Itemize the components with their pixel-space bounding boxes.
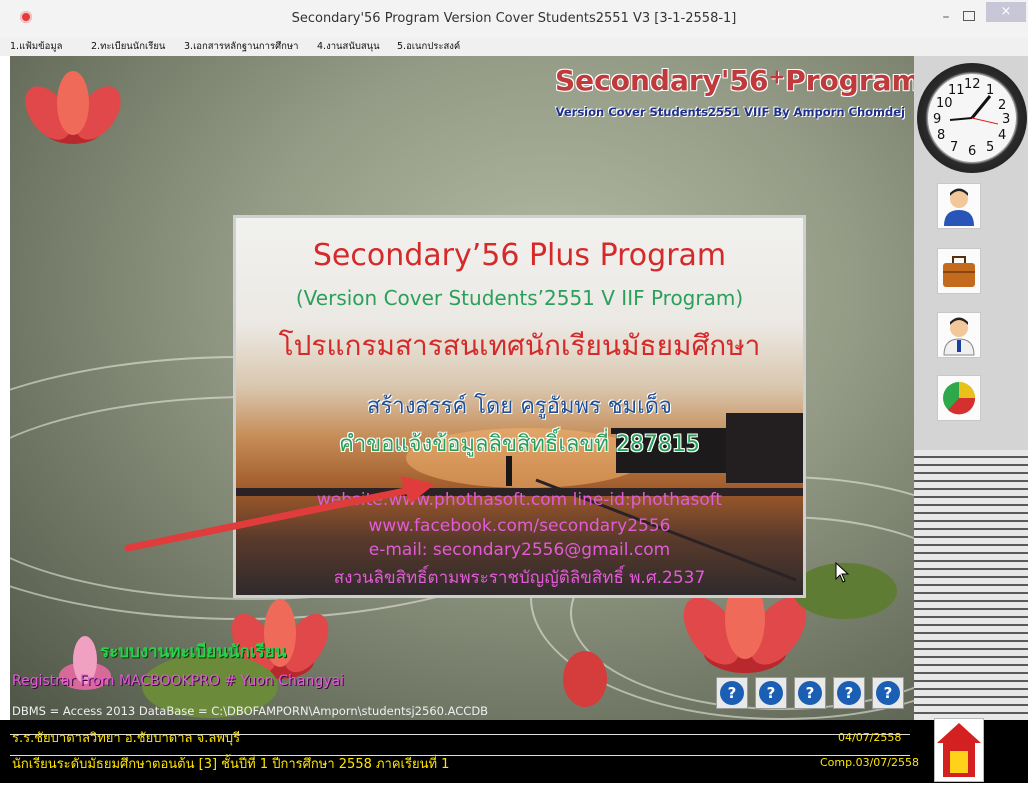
computer-date: Comp.03/07/2558 — [820, 756, 920, 769]
maximize-icon — [963, 11, 975, 21]
banner-title: Secondary'56+Program — [555, 64, 921, 97]
teacher-button[interactable] — [937, 312, 981, 358]
home-exit-button[interactable] — [934, 718, 984, 782]
splash-thai-name: โปรแกรมสารสนเทศนักเรียนมัธยมศึกษา — [278, 329, 761, 362]
menu-item-file[interactable]: 1.แฟ้มข้อมูล — [10, 38, 62, 56]
menu-item-documents[interactable]: 3.เอกสารหลักฐานการศึกษา — [184, 38, 298, 56]
pie-chart-icon — [943, 382, 976, 415]
banner-plus: + — [768, 64, 786, 89]
help-icon: ? — [798, 681, 822, 705]
lotus-icon — [25, 71, 121, 144]
registrar-info: Registrar From MACBOOKPRO # Yuon Changya… — [12, 673, 344, 689]
menu-item-support[interactable]: 4.งานสนับสนุน — [317, 38, 380, 56]
help-button-1[interactable]: ? — [716, 677, 748, 709]
side-panel-stripes — [914, 450, 1028, 720]
splash-version: (Version Cover Students’2551 V IIF Progr… — [295, 286, 744, 310]
clock-face: 12 1 2 3 4 5 6 7 8 9 10 11 — [927, 73, 1017, 163]
splash-title: Secondary’56 Plus Program — [312, 238, 727, 273]
menu-item-student-registry[interactable]: 2.ทะเบียนนักเรียน — [91, 38, 165, 56]
minimize-button[interactable]: – — [936, 8, 956, 26]
arrow-icon — [124, 476, 435, 552]
menu-item-utilities[interactable]: 5.อเนกประสงค์ — [397, 38, 460, 56]
help-icon: ? — [759, 681, 783, 705]
help-icon: ? — [876, 681, 900, 705]
banner-subtitle: Version Cover Students2551 VIIF By Ampor… — [555, 105, 905, 119]
splash-copyright-number: คำขอแจ้งข้อมูลลิขสิทธิ์เลขที่ 287815 — [339, 432, 700, 457]
system-name: ระบบงานทะเบียนนักเรียน — [100, 642, 287, 662]
banner-title-text: Secondary'56 — [555, 64, 769, 97]
user-icon — [944, 188, 974, 226]
help-icon: ? — [837, 681, 861, 705]
window-title: Secondary'56 Program Version Cover Stude… — [291, 11, 737, 26]
help-button-2[interactable]: ? — [755, 677, 787, 709]
clock-hands — [949, 95, 999, 125]
teacher-icon — [943, 317, 975, 356]
lotus-bud-icon — [563, 651, 607, 707]
statistics-button[interactable] — [937, 375, 981, 421]
maximize-button[interactable] — [959, 8, 979, 26]
help-button-3[interactable]: ? — [794, 677, 826, 709]
splash-rights: สงวนลิขสิทธิ์ตามพระราชบัญญัติลิขสิทธิ์ พ… — [333, 568, 706, 588]
class-level-info: นักเรียนระดับมัธยมศึกษาตอนต้น [3] ชั้นปี… — [12, 757, 450, 772]
database-info: DBMS = Access 2013 DataBase = C:\DBOFAMP… — [12, 704, 489, 718]
school-name: ร.ร.ชัยบาดาลวิทยา อ.ชัยบาดาล จ.ลพบุรี — [12, 731, 241, 746]
home-icon — [937, 723, 981, 777]
user-profile-button[interactable] — [937, 183, 981, 229]
briefcase-icon — [943, 256, 975, 287]
current-date: 04/07/2558 — [838, 731, 902, 744]
help-icon: ? — [720, 681, 744, 705]
banner-program-text: Program — [785, 64, 921, 97]
help-button-4[interactable]: ? — [833, 677, 865, 709]
help-button-5[interactable]: ? — [872, 677, 904, 709]
menu-bar: 1.แฟ้มข้อมูล 2.ทะเบียนนักเรียน 3.เอกสารห… — [0, 38, 1028, 56]
briefcase-button[interactable] — [937, 248, 981, 294]
splash-creator: สร้างสรรค์ โดย ครูอัมพร ชมเด็จ — [367, 394, 672, 419]
close-button[interactable]: × — [986, 2, 1026, 22]
cursor-icon — [835, 562, 850, 583]
